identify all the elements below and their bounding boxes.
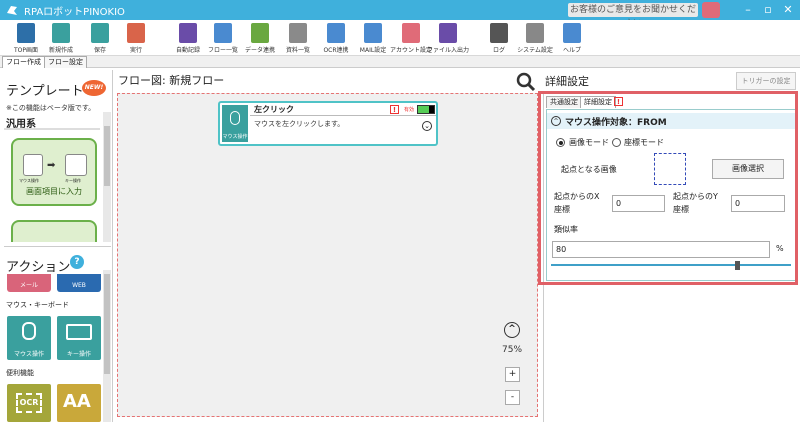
node-status-label: 有効 [404, 107, 415, 113]
action-tile-text[interactable]: AA [57, 384, 101, 422]
section-utilities: 便利機能 [6, 369, 34, 377]
scroll-up-icon[interactable]: ^ [504, 322, 520, 338]
keyboard-icon [66, 324, 92, 340]
toolbar-icon-1 [52, 23, 70, 43]
toolbar-icon-12 [490, 23, 508, 43]
beta-note: ※この機能はベータ版です。 [6, 104, 96, 112]
toolbar-icon-6 [251, 23, 269, 43]
zoom-in-button[interactable]: + [505, 367, 520, 382]
template-card-input[interactable]: ➡ マウス操作 キー操作 画面項目に入力 [11, 138, 97, 206]
template-card-2[interactable] [11, 220, 97, 242]
action-tile-web[interactable]: WEB [57, 274, 101, 292]
node-toggle[interactable] [417, 105, 435, 114]
toolbar-icon-0 [17, 23, 35, 43]
tab-strip [0, 56, 800, 68]
toolbar-icon-8 [327, 23, 345, 43]
node-description: マウスを左クリックします。 [254, 120, 345, 128]
zoom-level: 75% [502, 345, 523, 355]
action-tile-ocr[interactable]: OCR [7, 384, 51, 422]
arrow-right-icon: ➡ [47, 160, 56, 171]
action-scrollbar[interactable] [103, 270, 111, 422]
card-mouse-label: マウス操作 [19, 178, 39, 183]
trigger-settings-button[interactable]: トリガーの設定 [736, 72, 796, 90]
toolbar-icon-3 [127, 23, 145, 43]
highlight-frame [538, 91, 798, 285]
card-key-label: キー操作 [65, 178, 81, 183]
scrollbar-thumb[interactable] [104, 274, 110, 374]
scrollbar-thumb[interactable] [104, 126, 110, 186]
search-icon[interactable] [516, 72, 536, 92]
toolbar-label: ヘルプ [562, 47, 581, 54]
node-divider [250, 115, 436, 116]
toolbar: TOP画面 新規作成 保存 実行 自動記録 フロー一覧 データ連携 資料一覧 OCR連携 MAIL… [0, 20, 800, 56]
detail-header: 詳細設定 [545, 75, 589, 88]
mouse-icon [22, 322, 36, 340]
zoom-out-button[interactable]: - [505, 390, 520, 405]
toolbar-button-14[interactable]: ヘルプ [554, 20, 590, 56]
toolbar-button-11[interactable]: ファイル入出力 [427, 20, 469, 56]
template-scrollbar[interactable] [103, 112, 111, 242]
node-mouse-icon: マウス操作 [222, 105, 248, 142]
toolbar-button-1[interactable]: 新規作成 [43, 20, 79, 56]
title-bar: RPAロボットPINOKIO お客様のご意見をお聞かせください – ▫ ✕ [0, 0, 800, 29]
feedback-banner[interactable]: お客様のご意見をお聞かせください [568, 3, 698, 29]
toolbar-label: ファイル入出力 [426, 47, 469, 54]
toolbar-icon-2 [91, 23, 109, 43]
divider [4, 246, 111, 247]
action-title: アクション [6, 260, 71, 275]
action-tile-keyboard[interactable]: キー操作 [57, 316, 101, 360]
divider [4, 128, 100, 130]
flow-node-left-click[interactable]: マウス操作 左クリック ! 有効 マウスを左クリックします。 ⌄ [218, 101, 438, 146]
tab-flow-create[interactable]: フロー作成 [2, 56, 45, 68]
toolbar-icon-13 [526, 23, 544, 43]
flow-header: フロー図: 新規フロー [118, 74, 225, 87]
thumbs-down-icon[interactable] [702, 2, 720, 18]
maximize-button[interactable]: ▫ [760, 2, 776, 18]
toolbar-icon-5 [214, 23, 232, 43]
mouse-icon [230, 111, 240, 125]
toolbar-button-9[interactable]: MAIL設定 [355, 20, 391, 56]
mouse-icon [23, 154, 43, 176]
toolbar-icon-9 [364, 23, 382, 43]
toolbar-icon-7 [289, 23, 307, 43]
template-title: テンプレート [6, 84, 84, 99]
node-title: 左クリック [254, 105, 294, 114]
tab-flow-settings[interactable]: フロー設定 [44, 56, 87, 68]
action-tile-mouse[interactable]: マウス操作 [7, 316, 51, 360]
text-icon: AA [63, 391, 91, 412]
toolbar-icon-14 [563, 23, 581, 43]
chevron-down-icon[interactable]: ⌄ [422, 121, 432, 131]
card-label: 画面項目に入力 [26, 187, 82, 196]
close-button[interactable]: ✕ [780, 2, 796, 18]
toolbar-label: 実行 [129, 47, 142, 54]
toolbar-icon-4 [179, 23, 197, 43]
action-tile-mail[interactable]: メール [7, 274, 51, 292]
ocr-icon: OCR [16, 393, 42, 413]
app-logo-icon [7, 6, 17, 15]
warning-icon: ! [390, 105, 399, 114]
toolbar-button-7[interactable]: 資料一覧 [280, 20, 316, 56]
toolbar-icon-10 [402, 23, 420, 43]
app-title: RPAロボットPINOKIO [24, 7, 125, 18]
minimize-button[interactable]: – [740, 2, 756, 18]
section-mouse-keyboard: マウス・キーボード [6, 301, 69, 309]
new-badge: NEW! [82, 80, 106, 96]
toolbar-button-6[interactable]: データ連携 [242, 20, 278, 56]
toolbar-button-3[interactable]: 実行 [118, 20, 154, 56]
keyboard-icon [65, 154, 87, 176]
toolbar-icon-11 [439, 23, 457, 43]
help-icon[interactable]: ? [70, 255, 84, 269]
